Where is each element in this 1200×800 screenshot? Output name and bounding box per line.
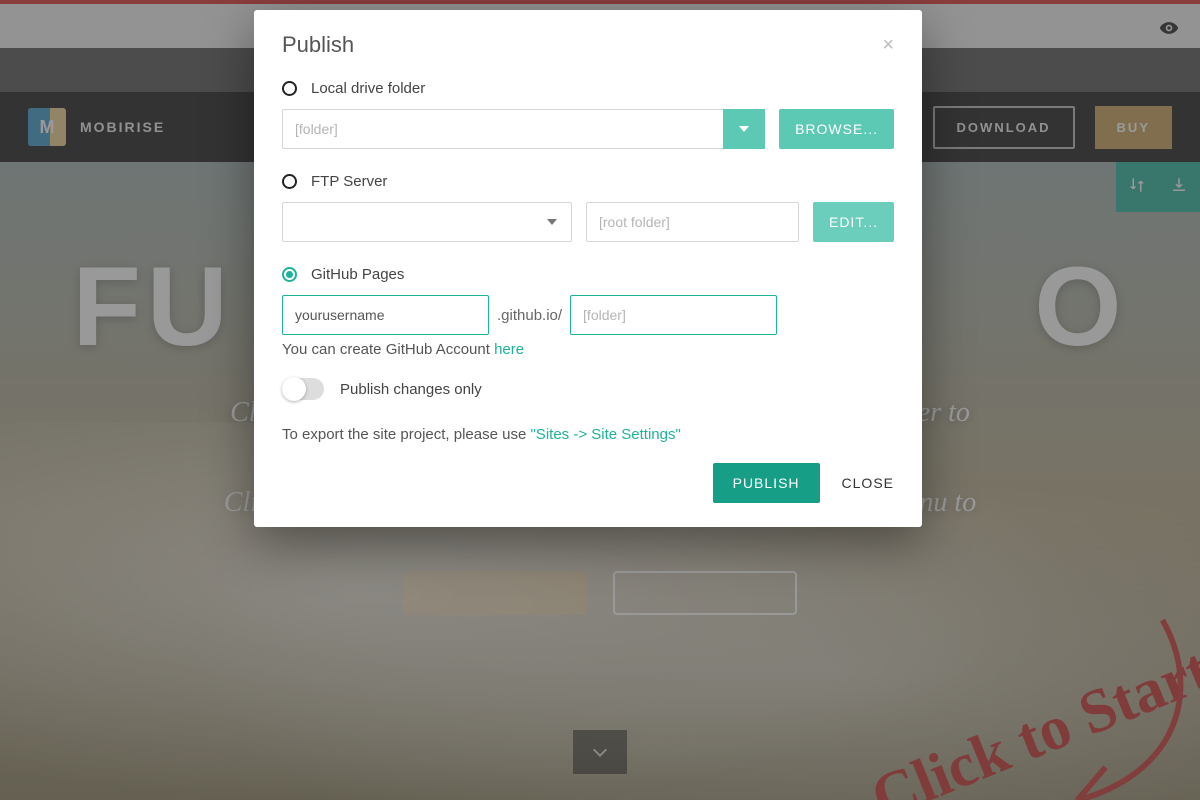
github-domain-label: .github.io/ (497, 307, 562, 324)
create-github-link[interactable]: here (494, 341, 524, 358)
option-label: GitHub Pages (311, 266, 404, 283)
github-username-input[interactable] (282, 295, 489, 335)
radio-icon (282, 81, 297, 96)
publish-changes-toggle[interactable] (282, 378, 324, 400)
github-folder-input[interactable] (570, 295, 777, 335)
local-folder-group (282, 109, 765, 149)
option-github-pages[interactable]: GitHub Pages (282, 266, 894, 283)
site-settings-link[interactable]: "Sites -> Site Settings" (530, 426, 680, 443)
browse-button[interactable]: BROWSE... (779, 109, 894, 149)
toggle-knob (282, 377, 306, 401)
toggle-label: Publish changes only (340, 381, 482, 398)
ftp-root-input[interactable] (586, 202, 799, 242)
radio-icon (282, 174, 297, 189)
option-local-drive[interactable]: Local drive folder (282, 80, 894, 97)
option-label: FTP Server (311, 173, 387, 190)
github-account-help: You can create GitHub Account here (282, 341, 894, 358)
publish-modal: Publish × Local drive folder BROWSE... F… (254, 10, 922, 527)
option-ftp-server[interactable]: FTP Server (282, 173, 894, 190)
local-folder-input[interactable] (282, 109, 724, 149)
close-button[interactable]: CLOSE (842, 475, 894, 491)
export-help-text: To export the site project, please use "… (282, 426, 894, 443)
local-folder-dropdown[interactable] (723, 109, 765, 149)
option-label: Local drive folder (311, 80, 425, 97)
ftp-server-select[interactable] (282, 202, 572, 242)
radio-selected-icon (282, 267, 297, 282)
modal-title: Publish (282, 32, 354, 58)
edit-button[interactable]: EDIT... (813, 202, 894, 242)
close-icon[interactable]: × (882, 34, 894, 57)
publish-button[interactable]: PUBLISH (713, 463, 820, 503)
